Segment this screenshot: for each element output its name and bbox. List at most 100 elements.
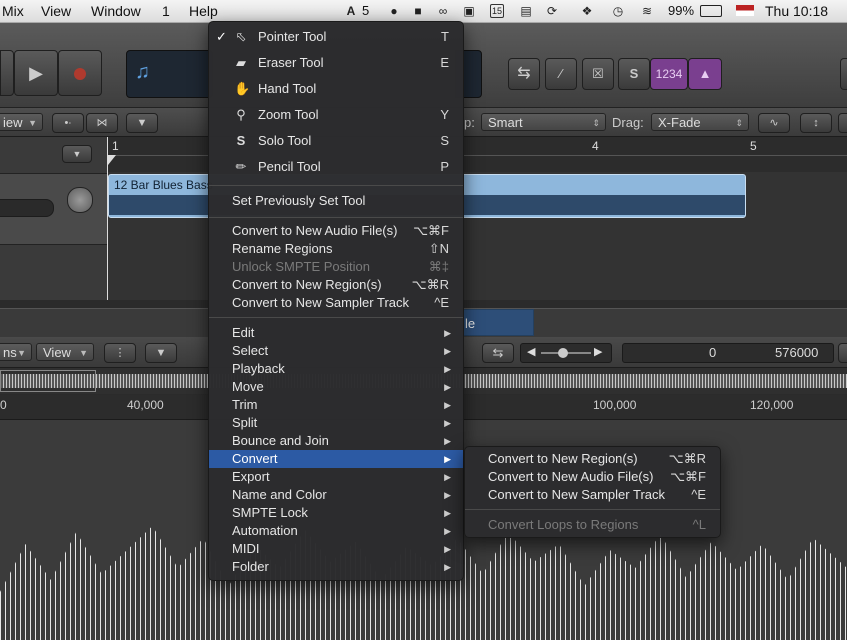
playhead-icon[interactable] xyxy=(108,155,116,165)
menu-item-playback[interactable]: Playback ▶ xyxy=(209,360,463,378)
dropbox-sync-icon[interactable]: ❖ xyxy=(580,4,594,18)
rewind-button[interactable] xyxy=(0,50,14,96)
sync-icon[interactable]: ⟳ xyxy=(545,4,559,18)
time-machine-icon[interactable]: ◷ xyxy=(611,4,625,18)
menu-item-convert-regions[interactable]: Convert to New Region(s) ⌥⌘R xyxy=(209,276,463,294)
submenu-item-convert-sampler-track[interactable]: Convert to New Sampler Track ^E xyxy=(465,486,720,504)
menu-item-smpte-lock[interactable]: SMPTE Lock ▶ xyxy=(209,504,463,522)
popup-arrow-icon: ▼ xyxy=(79,348,88,358)
cycle-button[interactable]: ⇆ xyxy=(508,58,540,90)
menu-item-set-previous-tool[interactable]: Set Previously Set Tool xyxy=(209,192,463,210)
dropbox-icon[interactable]: ■ xyxy=(411,4,425,18)
menu-item-pencil-tool[interactable]: ✏ Pencil Tool P xyxy=(209,158,463,176)
menu-item-label: Hand Tool xyxy=(258,81,317,96)
sample-tick-40000: 40,000 xyxy=(127,398,164,412)
submenu-arrow-icon: ▶ xyxy=(444,436,451,446)
menu-separator xyxy=(465,509,720,510)
metronome-button[interactable]: ▲ xyxy=(688,58,722,90)
track-header-bass[interactable] xyxy=(0,173,107,245)
count-in-button[interactable]: 1234 xyxy=(650,58,688,90)
menu-item-shortcut: T xyxy=(441,29,449,44)
submenu-arrow-icon: ▶ xyxy=(444,544,451,554)
waveform-zoom-button[interactable]: ∿ xyxy=(758,113,790,133)
menu-item-trim[interactable]: Trim ▶ xyxy=(209,396,463,414)
position-display[interactable]: 0 576000 xyxy=(622,343,834,363)
menu-mix[interactable]: Mix xyxy=(2,3,24,19)
editor-mode-popup[interactable]: ns ▼ xyxy=(0,343,32,361)
horizontal-zoom-button[interactable] xyxy=(838,113,847,133)
evernote-icon[interactable]: ● xyxy=(387,4,401,18)
adobe-icon[interactable]: A xyxy=(344,4,358,18)
menu-help[interactable]: Help xyxy=(189,3,218,19)
editor-filter-button[interactable]: ▼ xyxy=(145,343,177,363)
submenu-item-convert-audio-files[interactable]: Convert to New Audio File(s) ⌥⌘F xyxy=(465,468,720,486)
volume-slider[interactable] xyxy=(0,199,54,217)
creative-cloud-icon[interactable]: ∞ xyxy=(436,4,450,18)
menu-item-hand-tool[interactable]: ✋ Hand Tool xyxy=(209,80,463,98)
view-popup[interactable]: iew ▼ xyxy=(0,113,43,131)
menu-window[interactable]: Window xyxy=(91,3,141,19)
menu-item-label: Pointer Tool xyxy=(258,29,327,44)
record-button[interactable] xyxy=(58,50,102,96)
menu-item-pointer-tool[interactable]: ✓ ⬁ Pointer Tool T xyxy=(209,28,463,46)
menu-item-label: Split xyxy=(232,415,258,430)
menu-item-select[interactable]: Select ▶ xyxy=(209,342,463,360)
play-button[interactable]: ▶ xyxy=(14,50,58,96)
photo-icon[interactable]: ▣ xyxy=(462,4,476,18)
menu-item-bounce-and-join[interactable]: Bounce and Join ▶ xyxy=(209,432,463,450)
menu-item-label: Bounce and Join xyxy=(232,433,329,448)
automation-button[interactable]: •∙ xyxy=(52,113,84,133)
media-icon[interactable]: ▤ xyxy=(519,4,533,18)
menu-item-convert-sampler-track[interactable]: Convert to New Sampler Track ^E xyxy=(209,294,463,312)
menu-item-rename-regions[interactable]: Rename Regions ⇧N xyxy=(209,240,463,258)
flex-button[interactable]: ⋈ xyxy=(86,113,118,133)
vertical-zoom-button[interactable]: ↕ xyxy=(800,113,832,133)
menu-item-move[interactable]: Move ▶ xyxy=(209,378,463,396)
editor-tool-button[interactable]: ⋮ xyxy=(104,343,136,363)
menu-item-name-and-color[interactable]: Name and Color ▶ xyxy=(209,486,463,504)
flag-icon[interactable] xyxy=(736,5,754,16)
filter-button[interactable]: ▼ xyxy=(126,113,158,133)
submenu-arrow-icon: ▶ xyxy=(444,382,451,392)
overview-selection[interactable] xyxy=(0,370,96,392)
editor-volume-slider[interactable]: ◀ ▶ xyxy=(520,343,612,363)
calendar-icon[interactable]: 15 xyxy=(490,4,504,18)
menu-item-export[interactable]: Export ▶ xyxy=(209,468,463,486)
submenu-arrow-icon: ▶ xyxy=(444,454,451,464)
track-header-button[interactable]: ▼ xyxy=(62,145,92,163)
menu-item-split[interactable]: Split ▶ xyxy=(209,414,463,432)
menu-item-convert-audio-files[interactable]: Convert to New Audio File(s) ⌥⌘F xyxy=(209,222,463,240)
volume-thumb[interactable] xyxy=(558,348,568,358)
submenu-item-convert-regions[interactable]: Convert to New Region(s) ⌥⌘R xyxy=(465,450,720,468)
menu-item-convert[interactable]: Convert ▶ xyxy=(209,450,463,468)
submenu-arrow-icon: ▶ xyxy=(444,472,451,482)
wifi-icon[interactable]: ≋ xyxy=(640,4,654,18)
snap-popup[interactable]: Smart ⇕ xyxy=(481,113,606,131)
menu-view[interactable]: View xyxy=(41,3,71,19)
drag-popup[interactable]: X-Fade ⇕ xyxy=(651,113,749,131)
menu-item-solo-tool[interactable]: S Solo Tool S xyxy=(209,132,463,150)
menu-bar: Mix View Window 1 Help A 5 ● ■ ∞ ▣ 15 ▤ … xyxy=(0,0,847,23)
replace-icon: ☒ xyxy=(592,66,604,81)
menu-item-automation[interactable]: Automation ▶ xyxy=(209,522,463,540)
replace-button[interactable]: ☒ xyxy=(582,58,614,90)
editor-tab[interactable]: le xyxy=(456,309,534,336)
menu-item-zoom-tool[interactable]: ⚲ Zoom Tool Y xyxy=(209,106,463,124)
battery-icon[interactable] xyxy=(700,5,722,17)
menu-item-eraser-tool[interactable]: ▰ Eraser Tool E xyxy=(209,54,463,72)
editor-view-popup[interactable]: View ▼ xyxy=(36,343,94,361)
lcd-display[interactable]: ♫ xyxy=(126,50,213,98)
menu-item-label: Convert xyxy=(232,451,278,466)
more-button[interactable] xyxy=(840,58,847,90)
menu-1[interactable]: 1 xyxy=(162,3,170,19)
menu-item-edit[interactable]: Edit ▶ xyxy=(209,324,463,342)
menu-item-midi[interactable]: MIDI ▶ xyxy=(209,540,463,558)
editor-cycle-button[interactable]: ⇆ xyxy=(482,343,514,363)
menu-item-shortcut: ⌥⌘R xyxy=(411,277,449,292)
editor-more-button[interactable] xyxy=(838,343,847,363)
menu-item-label: Edit xyxy=(232,325,255,340)
solo-button[interactable]: S xyxy=(618,58,650,90)
tuner-button[interactable]: ⁄ xyxy=(545,58,577,90)
menu-item-folder[interactable]: Folder ▶ xyxy=(209,558,463,576)
pan-knob[interactable] xyxy=(67,187,93,213)
